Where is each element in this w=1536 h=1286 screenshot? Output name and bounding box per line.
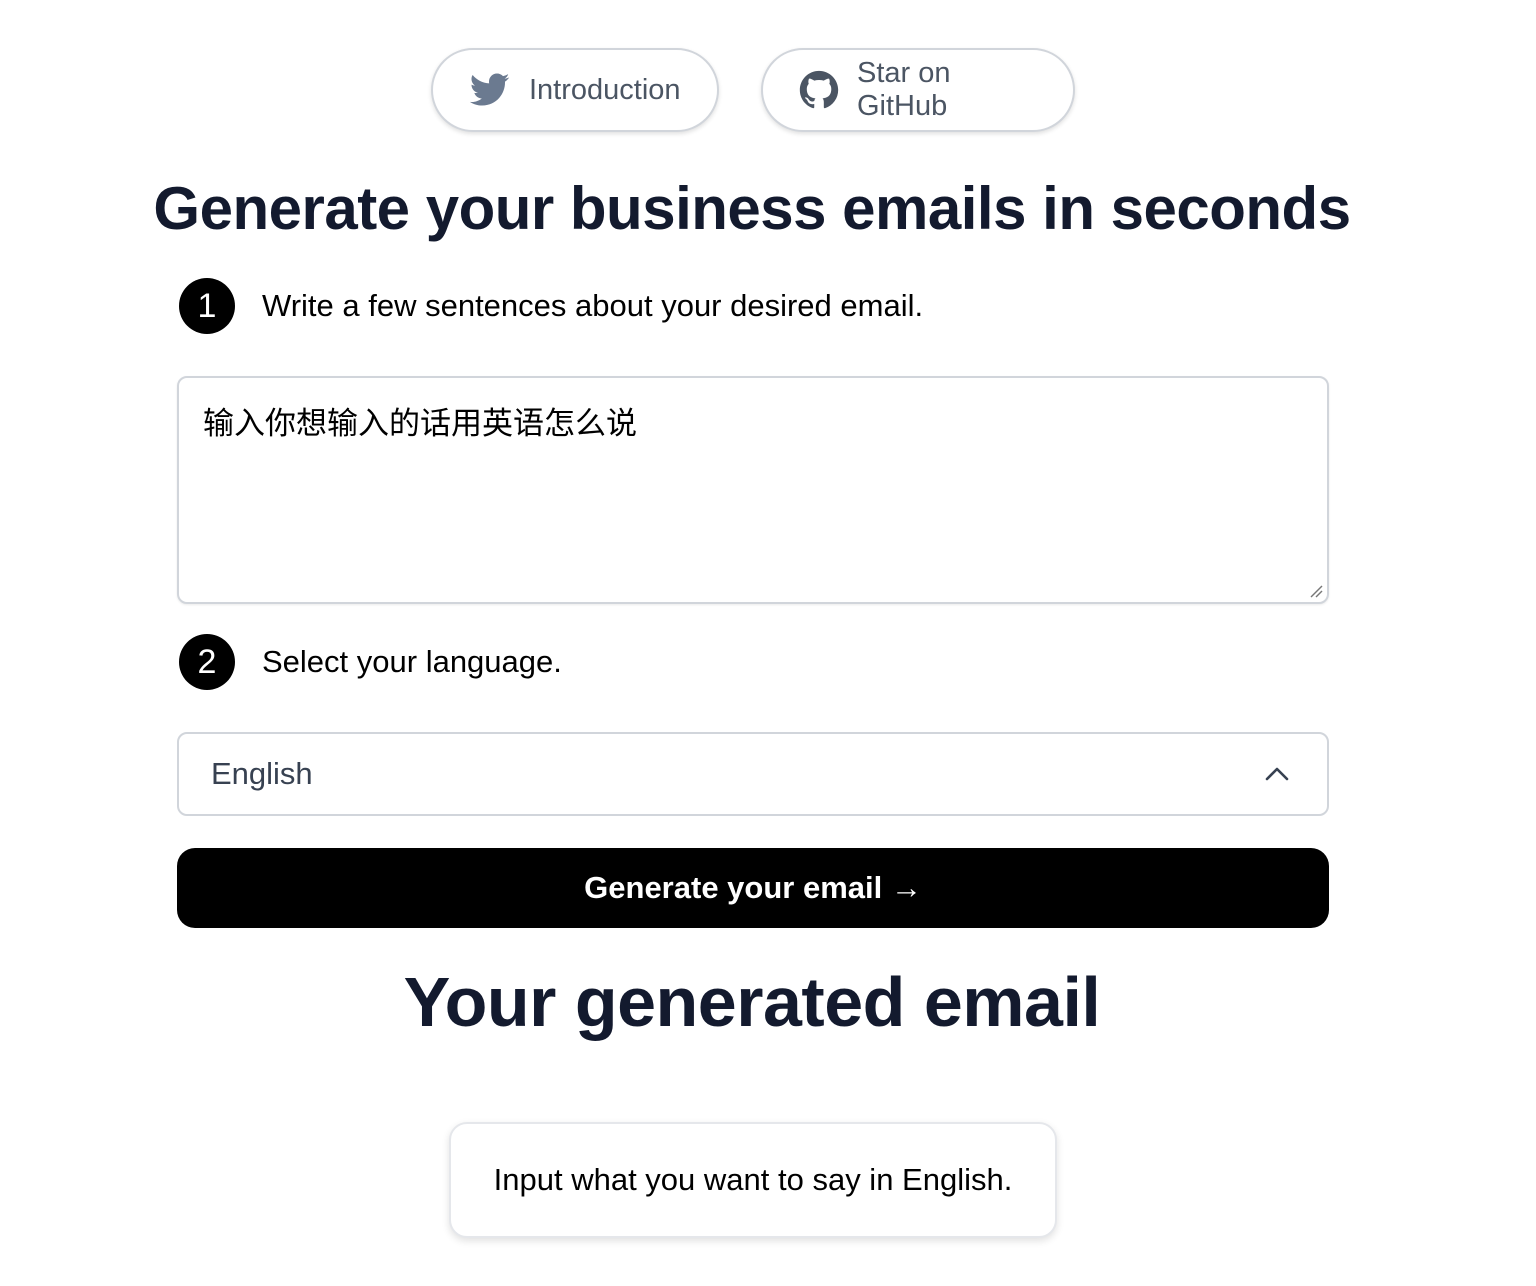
introduction-label: Introduction [529, 73, 681, 106]
step-2: 2 Select your language. [179, 634, 562, 690]
github-icon [799, 69, 839, 111]
introduction-button[interactable]: Introduction [431, 48, 719, 132]
language-select-value: English [211, 756, 313, 791]
generated-email-text: Input what you want to say in English. [493, 1162, 1013, 1197]
step-2-number: 2 [179, 634, 235, 690]
star-on-github-button[interactable]: Star on GitHub [761, 48, 1075, 132]
chevron-up-icon [1263, 760, 1291, 788]
step-1-number: 1 [179, 278, 235, 334]
page-title: Generate your business emails in seconds [153, 175, 1351, 242]
textarea-value: 输入你想输入的话用英语怎么说 [203, 406, 637, 442]
step-2-label: Select your language. [262, 644, 562, 679]
generate-email-button[interactable]: Generate your email → [177, 848, 1329, 928]
step-1: 1 Write a few sentences about your desir… [179, 278, 923, 334]
result-title: Your generated email [403, 963, 1101, 1041]
step-1-label: Write a few sentences about your desired… [262, 288, 924, 323]
email-description-textarea[interactable]: 输入你想输入的话用英语怎么说 [177, 376, 1329, 604]
top-buttons: Introduction Star on GitHub [0, 48, 1506, 132]
generated-email-card[interactable]: Input what you want to say in English. [449, 1122, 1057, 1238]
language-select[interactable]: English [177, 732, 1329, 816]
page: Introduction Star on GitHub Generate you… [0, 0, 1536, 1286]
resize-handle-icon[interactable] [1309, 584, 1323, 598]
twitter-icon [469, 69, 511, 111]
star-on-github-label: Star on GitHub [857, 57, 951, 122]
